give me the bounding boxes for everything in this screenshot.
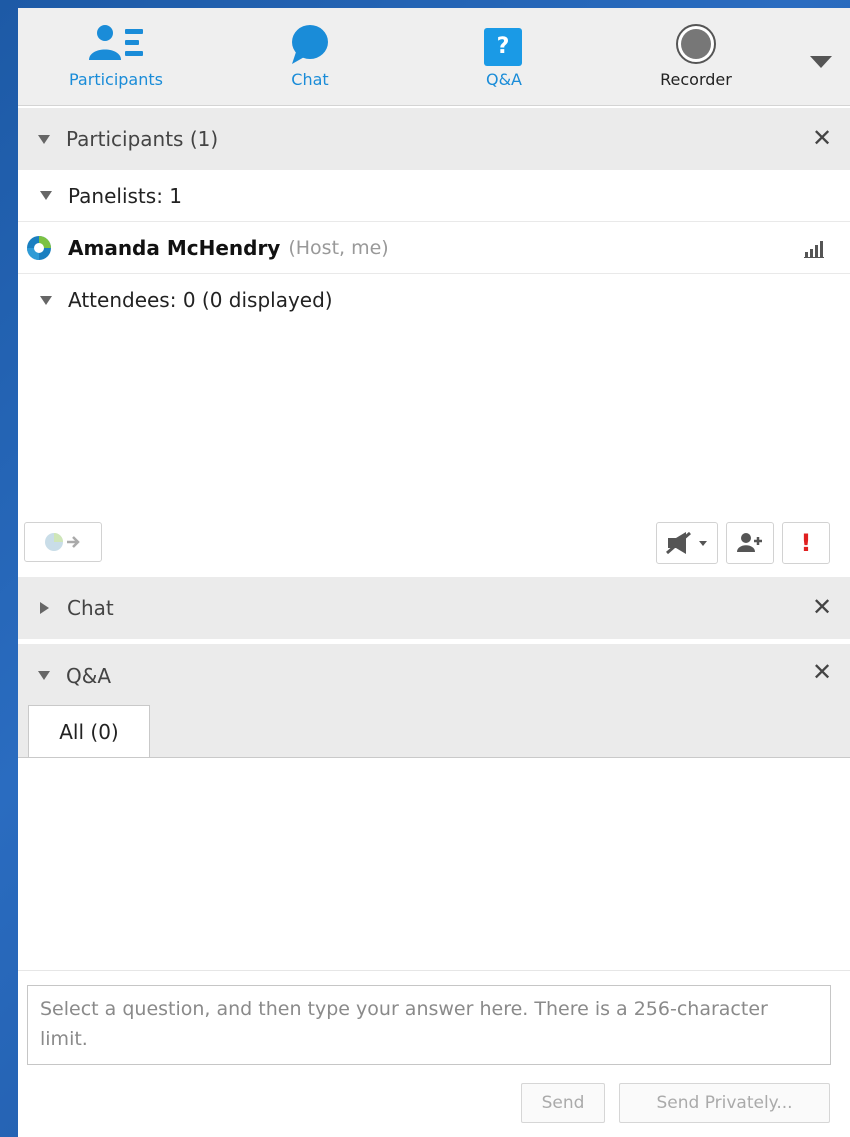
invite-participant-button[interactable] (726, 522, 774, 564)
qa-tool-button[interactable]: ? Q&A (434, 22, 574, 89)
recorder-tool-button[interactable]: Recorder (626, 22, 766, 89)
attendees-group-row[interactable]: Attendees: 0 (0 displayed) (18, 274, 850, 326)
tab-all-questions[interactable]: All (0) (28, 705, 150, 757)
answer-input[interactable] (27, 985, 831, 1065)
participants-icon (46, 22, 186, 70)
qa-close-icon[interactable]: ✕ (808, 658, 836, 686)
pass-presenter-button[interactable] (24, 522, 102, 562)
attendees-expand-icon[interactable] (40, 295, 52, 305)
exclamation-icon: ! (800, 529, 812, 557)
participants-section-title: Participants (1) (66, 127, 219, 151)
expand-triangle-icon[interactable] (40, 602, 49, 614)
panelists-label: Panelists: 1 (68, 183, 183, 208)
mute-dropdown-button[interactable] (656, 522, 718, 564)
chat-bubble-icon (240, 22, 380, 70)
participants-tool-label: Participants (69, 70, 163, 89)
divider (18, 970, 850, 971)
qa-collapse-triangle-icon[interactable] (38, 671, 50, 680)
panelists-expand-icon[interactable] (40, 191, 52, 200)
top-toolbar: Participants Chat ? Q&A Recorder (18, 8, 850, 106)
webex-presence-icon (26, 235, 52, 261)
host-name: Amanda McHendry (68, 235, 281, 260)
mute-speaker-icon (666, 531, 707, 555)
pass-ball-icon (45, 533, 80, 551)
send-button[interactable]: Send (521, 1083, 605, 1123)
panelists-group-row[interactable]: Panelists: 1 (18, 170, 850, 222)
chat-close-icon[interactable]: ✕ (808, 593, 836, 621)
question-icon: ? (434, 22, 574, 70)
recorder-tool-label: Recorder (660, 70, 732, 89)
collapse-triangle-icon[interactable] (38, 134, 50, 144)
qa-section-title: Q&A (66, 664, 112, 688)
qa-tool-label: Q&A (485, 70, 522, 89)
participant-row-host[interactable]: Amanda McHendry (Host, me) (18, 222, 850, 274)
chat-tool-button[interactable]: Chat (240, 22, 380, 89)
chat-section-header[interactable]: Chat ✕ (18, 577, 850, 639)
webex-panel: Participants Chat ? Q&A Recorder Partici… (18, 8, 850, 1137)
more-dropdown-icon[interactable] (810, 56, 832, 68)
participants-tool-button[interactable]: Participants (46, 22, 186, 89)
record-icon (626, 22, 766, 70)
participants-close-icon[interactable]: ✕ (808, 124, 836, 152)
add-user-icon (737, 533, 762, 552)
chat-section-title: Chat (67, 596, 114, 620)
chat-tool-label: Chat (291, 70, 329, 89)
signal-strength-icon (804, 238, 824, 258)
host-role: (Host, me) (288, 236, 389, 259)
participants-section-header[interactable]: Participants (1) ✕ (18, 108, 850, 170)
attendees-label: Attendees: 0 (0 displayed) (68, 288, 333, 312)
alert-button[interactable]: ! (782, 522, 830, 564)
send-privately-button[interactable]: Send Privately... (619, 1083, 830, 1123)
